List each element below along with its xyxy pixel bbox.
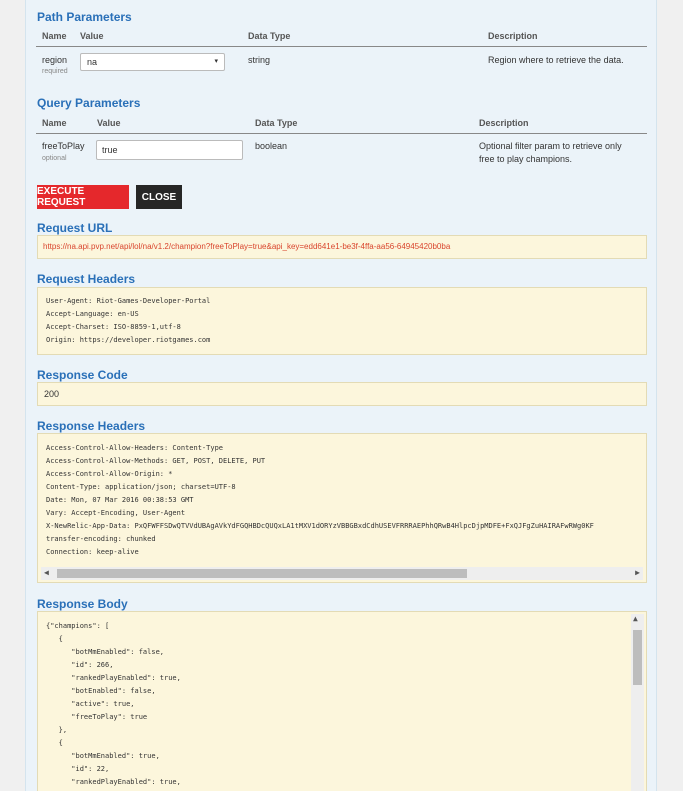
- request-headers-heading: Request Headers: [37, 272, 136, 286]
- scroll-left-icon[interactable]: ◀: [44, 568, 49, 577]
- response-body-line: "botMmEnabled": true,: [46, 752, 160, 760]
- response-body-line: "botMmEnabled": false,: [46, 648, 165, 656]
- response-body-line: {: [46, 635, 63, 643]
- request-header-line: Accept-Language: en-US: [46, 310, 139, 318]
- query-col-value: Value: [97, 118, 121, 128]
- response-body-line: "rankedPlayEnabled": true,: [46, 778, 181, 786]
- query-col-type: Data Type: [255, 118, 298, 128]
- region-select[interactable]: na ▾: [80, 53, 225, 71]
- response-body-line: "active": true,: [46, 700, 135, 708]
- freetoplay-description-line2: free to play champions.: [479, 154, 573, 164]
- api-console-panel: Path Parameters Name Value Data Type Des…: [25, 0, 657, 791]
- query-col-name: Name: [42, 118, 67, 128]
- horizontal-scroll-thumb[interactable]: [57, 569, 467, 578]
- response-body-line: "botEnabled": false,: [46, 687, 156, 695]
- response-header-line: Access-Control-Allow-Methods: GET, POST,…: [46, 457, 266, 465]
- vertical-scrollbar[interactable]: ▲: [631, 614, 644, 791]
- response-body-line: {"champions": [: [46, 622, 110, 630]
- response-body-line: "id": 266,: [46, 661, 114, 669]
- response-body-line: {: [46, 739, 63, 747]
- path-col-description: Description: [488, 31, 538, 41]
- response-body-line: "freeToPlay": true: [46, 713, 148, 721]
- request-header-line: User-Agent: Riot-Games-Developer-Portal: [46, 297, 211, 305]
- response-header-line: Content-Type: application/json; charset=…: [46, 483, 236, 491]
- query-parameters-heading: Query Parameters: [37, 96, 141, 110]
- freetoplay-description-line1: Optional filter param to retrieve only: [479, 141, 622, 151]
- region-description: Region where to retrieve the data.: [488, 55, 624, 65]
- response-code-box: 200: [37, 382, 647, 406]
- response-code-heading: Response Code: [37, 368, 128, 382]
- region-data-type: string: [248, 55, 271, 65]
- response-header-line: X-NewRelic-App-Data: PxQFWFFSDwQTVVdUBAg…: [46, 522, 594, 530]
- response-body-line: },: [46, 726, 68, 734]
- response-code-value: 200: [44, 389, 60, 399]
- request-url-box: https://na.api.pvp.net/api/lol/na/v1.2/c…: [37, 235, 647, 259]
- request-header-line: Accept-Charset: ISO-8859-1,utf-8: [46, 323, 181, 331]
- response-body-line: "id": 22,: [46, 765, 110, 773]
- scroll-right-icon[interactable]: ▶: [635, 568, 640, 577]
- path-parameters-heading: Path Parameters: [37, 10, 132, 24]
- response-header-line: Vary: Accept-Encoding, User-Agent: [46, 509, 186, 517]
- region-select-value: na: [87, 57, 98, 67]
- response-headers-heading: Response Headers: [37, 419, 146, 433]
- response-body-line: "rankedPlayEnabled": true,: [46, 674, 181, 682]
- response-headers-box[interactable]: Access-Control-Allow-Headers: Content-Ty…: [37, 433, 647, 583]
- path-col-type: Data Type: [248, 31, 291, 41]
- scroll-up-icon[interactable]: ▲: [633, 614, 638, 623]
- path-col-value: Value: [80, 31, 104, 41]
- close-button[interactable]: Close: [136, 185, 182, 209]
- response-body-heading: Response Body: [37, 597, 128, 611]
- path-col-name: Name: [42, 31, 67, 41]
- query-header-divider: [36, 133, 647, 134]
- response-header-line: Access-Control-Allow-Origin: *: [46, 470, 173, 478]
- chevron-down-icon: ▾: [214, 58, 218, 65]
- vertical-scroll-thumb[interactable]: [633, 630, 642, 685]
- response-body-box[interactable]: {"champions": [ { "botMmEnabled": false,…: [37, 611, 647, 791]
- response-header-line: Date: Mon, 07 Mar 2016 00:38:53 GMT: [46, 496, 194, 504]
- request-url-heading: Request URL: [37, 221, 113, 235]
- response-header-line: Access-Control-Allow-Headers: Content-Ty…: [46, 444, 224, 452]
- request-headers-box: User-Agent: Riot-Games-Developer-Portal …: [37, 287, 647, 355]
- horizontal-scrollbar[interactable]: ◀ ▶: [41, 567, 643, 580]
- execute-request-button[interactable]: Execute Request: [37, 185, 129, 209]
- freetoplay-data-type: boolean: [255, 141, 288, 151]
- freetoplay-input[interactable]: true: [96, 140, 243, 160]
- param-name-freetoplay: freeToPlay: [42, 141, 85, 151]
- response-header-line: Connection: keep-alive: [46, 548, 139, 556]
- request-url-value[interactable]: https://na.api.pvp.net/api/lol/na/v1.2/c…: [38, 236, 646, 257]
- param-name-region: region: [42, 55, 68, 65]
- path-header-divider: [36, 46, 647, 47]
- optional-label: optional: [42, 155, 67, 162]
- query-col-description: Description: [479, 118, 529, 128]
- required-label: required: [42, 68, 68, 75]
- response-header-line: transfer-encoding: chunked: [46, 535, 156, 543]
- request-header-line: Origin: https://developer.riotgames.com: [46, 336, 211, 344]
